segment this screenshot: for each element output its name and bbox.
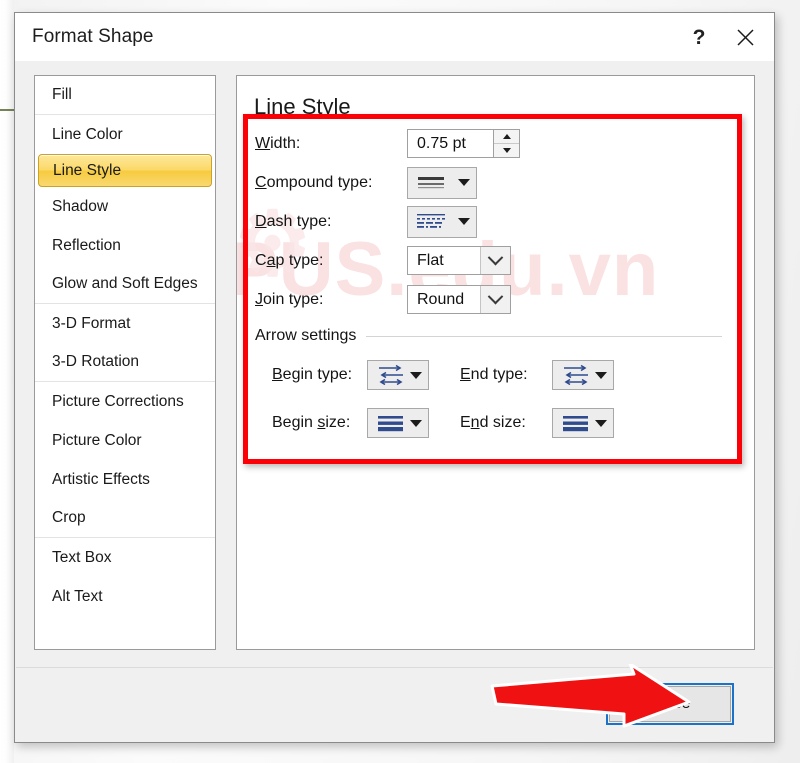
begin-type-dropdown[interactable]: [367, 360, 429, 390]
begin-size-group: Begin size:: [255, 408, 460, 438]
sidebar-item-3d-format[interactable]: 3-D Format: [35, 304, 215, 343]
end-type-group: End type:: [460, 360, 614, 390]
dash-type-label: Dash type:: [255, 212, 332, 230]
width-label: Width:: [255, 134, 301, 152]
begin-size-dropdown[interactable]: [367, 408, 429, 438]
dialog-footer: Close: [16, 667, 773, 742]
line-style-form: Width: 0.75 pt Compound type: Dash type:…: [255, 124, 726, 447]
close-icon[interactable]: [722, 20, 768, 54]
cap-type-label: Cap type:: [255, 251, 324, 269]
sidebar-item-label: Picture Color: [52, 431, 142, 449]
width-input[interactable]: 0.75 pt: [407, 129, 493, 158]
sidebar-item-label: 3-D Rotation: [52, 353, 140, 370]
group-divider: [366, 335, 722, 337]
chevron-down-icon[interactable]: [480, 286, 510, 313]
sidebar-item-label: Glow and Soft Edges: [52, 275, 198, 292]
begin-type-group: Begin type:: [255, 360, 460, 390]
end-size-group: End size:: [460, 408, 614, 438]
sidebar-item-label: Crop: [52, 509, 86, 526]
row-width: Width: 0.75 pt: [255, 124, 726, 163]
dialog-titlebar: Format Shape ?: [15, 13, 774, 62]
dropdown-arrow-icon: [458, 218, 470, 225]
sidebar-item-label: Shadow: [52, 197, 109, 215]
sidebar-item-label: Text Box: [52, 548, 112, 566]
dash-type-dropdown[interactable]: [407, 205, 477, 238]
cap-type-select[interactable]: Flat: [407, 246, 511, 275]
sidebar-item-line-color[interactable]: Line Color: [35, 115, 215, 154]
triangle-up-icon: [502, 134, 511, 139]
sidebar-item-artistic-effects[interactable]: Artistic Effects: [35, 460, 215, 499]
category-sidebar: Fill Line Color Line Style Shadow Reflec…: [34, 75, 216, 650]
dropdown-arrow-icon: [595, 419, 607, 427]
dialog-title: Format Shape: [32, 26, 154, 47]
width-stepper[interactable]: 0.75 pt: [407, 129, 520, 158]
compound-type-dropdown[interactable]: [407, 166, 477, 199]
join-type-label: Join type:: [255, 290, 324, 308]
sidebar-item-picture-corrections[interactable]: Picture Corrections: [35, 382, 215, 421]
arrow-settings-group-header: Arrow settings: [255, 321, 726, 351]
line-style-pane: ⚙ PUS.edu.vn Line Style Width: 0.75 pt: [236, 75, 755, 650]
sidebar-item-label: Reflection: [52, 236, 121, 254]
sidebar-item-glow-and-soft-edges[interactable]: Glow and Soft Edges: [35, 265, 215, 304]
sidebar-item-fill[interactable]: Fill: [35, 76, 215, 115]
row-compound-type: Compound type:: [255, 163, 726, 202]
sidebar-item-label: Alt Text: [52, 587, 103, 605]
sidebar-item-picture-color[interactable]: Picture Color: [35, 421, 215, 460]
begin-size-label: Begin size:: [272, 414, 351, 431]
row-join-type: Join type: Round: [255, 280, 726, 319]
help-button[interactable]: ?: [676, 20, 722, 54]
dropdown-arrow-icon: [410, 419, 422, 427]
spin-up-button[interactable]: [494, 130, 519, 144]
close-button[interactable]: Close: [606, 683, 734, 725]
sidebar-item-3d-rotation[interactable]: 3-D Rotation: [35, 343, 215, 382]
slide-left-edge: [0, 0, 14, 763]
width-spin-buttons[interactable]: [493, 129, 520, 158]
arrow-size-gallery-icon: [374, 413, 408, 433]
row-arrow-size: Begin size: End size:: [255, 399, 726, 447]
format-shape-dialog: Format Shape ? Fill Line Color Line Styl…: [14, 12, 775, 743]
sidebar-item-shadow[interactable]: Shadow: [35, 187, 215, 226]
sidebar-item-label: Line Style: [53, 161, 122, 179]
sidebar-item-reflection[interactable]: Reflection: [35, 226, 215, 265]
end-size-dropdown[interactable]: [552, 408, 614, 438]
chevron-glyph: [487, 288, 504, 305]
row-cap-type: Cap type: Flat: [255, 241, 726, 280]
sidebar-item-label: Artistic Effects: [52, 470, 150, 488]
dash-pattern-icon: [414, 212, 448, 231]
titlebar-buttons: ?: [676, 13, 768, 61]
sidebar-item-alt-text[interactable]: Alt Text: [35, 577, 215, 616]
dropdown-arrow-icon: [595, 371, 607, 379]
sidebar-item-label: Line Color: [52, 125, 123, 143]
compound-type-label: Compound type:: [255, 173, 373, 191]
end-type-label: End type:: [460, 366, 528, 383]
end-size-label: End size:: [460, 414, 526, 431]
spin-down-button[interactable]: [494, 144, 519, 157]
arrow-settings-label: Arrow settings: [255, 327, 357, 344]
chevron-glyph: [487, 249, 504, 266]
join-type-value: Round: [417, 290, 465, 308]
triangle-down-icon: [502, 148, 511, 153]
arrow-style-gallery-icon: [374, 364, 408, 386]
dialog-body: Fill Line Color Line Style Shadow Reflec…: [15, 61, 774, 668]
arrow-size-gallery-icon: [559, 413, 593, 433]
dropdown-arrow-icon: [410, 371, 422, 379]
cap-type-value: Flat: [417, 251, 444, 269]
sidebar-item-label: 3-D Format: [52, 314, 131, 332]
arrow-style-gallery-icon: [559, 364, 593, 386]
sidebar-item-label: Fill: [52, 86, 72, 103]
sidebar-item-line-style[interactable]: Line Style: [38, 154, 212, 187]
sidebar-item-label: Picture Corrections: [52, 392, 184, 410]
row-dash-type: Dash type:: [255, 202, 726, 241]
chevron-down-icon[interactable]: [480, 247, 510, 274]
begin-type-label: Begin type:: [272, 366, 353, 383]
dropdown-arrow-icon: [458, 179, 470, 186]
row-arrow-type: Begin type: End type:: [255, 351, 726, 399]
end-type-dropdown[interactable]: [552, 360, 614, 390]
sidebar-item-crop[interactable]: Crop: [35, 499, 215, 538]
compound-line-thick-thin-icon: [414, 174, 448, 191]
join-type-select[interactable]: Round: [407, 285, 511, 314]
sidebar-item-text-box[interactable]: Text Box: [35, 538, 215, 577]
